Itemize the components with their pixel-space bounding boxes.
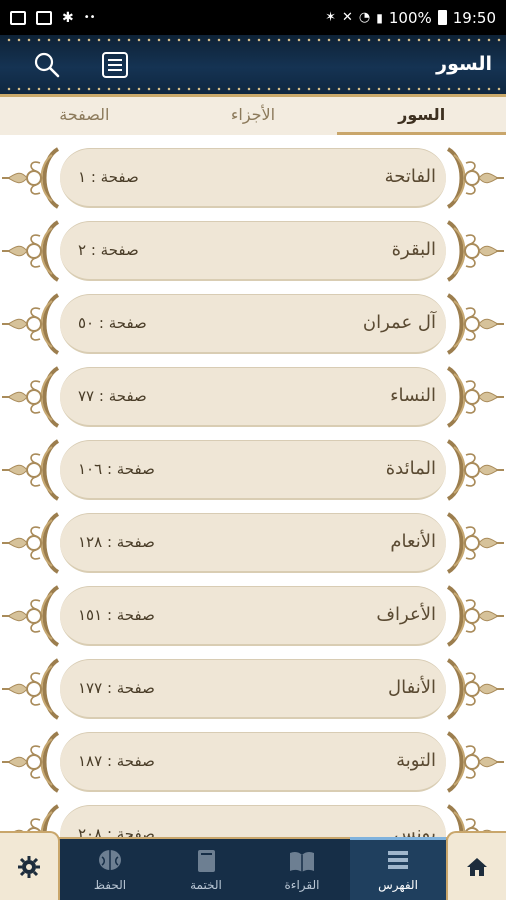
surah-pill[interactable]: الفاتحة صفحة : ١ (60, 148, 446, 208)
home-icon (467, 857, 487, 876)
nav-label: الفهرس (378, 878, 418, 892)
list-item[interactable]: آل عمران صفحة : ٥٠ (0, 287, 506, 360)
ornament-icon (446, 731, 506, 793)
surah-name: الفاتحة (384, 166, 436, 187)
surah-page: صفحة : ١٨٧ (78, 752, 155, 770)
clock: 19:50 (452, 8, 496, 27)
ornament-icon (446, 220, 506, 282)
ornament-icon (446, 658, 506, 720)
search-icon[interactable] (34, 52, 60, 78)
surah-page: صفحة : ١٠٦ (78, 460, 155, 478)
brain-icon (99, 850, 121, 870)
ornament-icon (0, 220, 60, 282)
more-notifications-icon: •• (83, 12, 96, 23)
surah-pill[interactable]: الأنفال صفحة : ١٧٧ (60, 659, 446, 719)
list-item[interactable]: الأعراف صفحة : ١٥١ (0, 579, 506, 652)
surah-page: صفحة : ٢ (78, 241, 139, 259)
surah-page: صفحة : ٢٠٨ (78, 825, 155, 837)
tab-page[interactable]: الصفحة (0, 97, 169, 135)
surah-name: النساء (390, 385, 436, 406)
nav-memorize[interactable]: الحفظ (62, 839, 158, 900)
surah-list[interactable]: الفاتحة صفحة : ١ البقرة صفحة : ٢ آل عمرا… (0, 141, 506, 837)
appbar-decoration-top (4, 38, 502, 42)
tab-bar: السور الأجزاء الصفحة (0, 97, 506, 135)
ornament-icon (0, 439, 60, 501)
ornament-icon (446, 366, 506, 428)
ornament-icon (446, 585, 506, 647)
surah-pill[interactable]: النساء صفحة : ٧٧ (60, 367, 446, 427)
surah-pill[interactable]: آل عمران صفحة : ٥٠ (60, 294, 446, 354)
bluetooth-icon: ✶ (325, 10, 337, 25)
surah-name: الأنفال (388, 677, 436, 698)
ornament-icon (0, 512, 60, 574)
list-item[interactable]: النساء صفحة : ٧٧ (0, 360, 506, 433)
surah-name: المائدة (385, 458, 436, 479)
hotspot-icon: ✱ (62, 9, 74, 26)
app-bar: السور (0, 35, 506, 97)
surah-page: صفحة : ٧٧ (78, 387, 147, 405)
ornament-icon (446, 147, 506, 209)
list-item[interactable]: يونس صفحة : ٢٠٨ (0, 798, 506, 837)
nav-label: الختمة (190, 878, 222, 892)
list-item[interactable]: الفاتحة صفحة : ١ (0, 141, 506, 214)
surah-pill[interactable]: التوبة صفحة : ١٨٧ (60, 732, 446, 792)
menu-list-icon[interactable] (101, 51, 129, 79)
surah-pill[interactable]: الأعراف صفحة : ١٥١ (60, 586, 446, 646)
list-item[interactable]: البقرة صفحة : ٢ (0, 214, 506, 287)
ornament-icon (0, 147, 60, 209)
surah-name: الأعراف (376, 604, 436, 625)
surah-pill[interactable]: البقرة صفحة : ٢ (60, 221, 446, 281)
surah-pill[interactable]: الأنعام صفحة : ١٢٨ (60, 513, 446, 573)
surah-name: التوبة (396, 750, 436, 771)
tab-juz[interactable]: الأجزاء (169, 97, 338, 135)
index-list-icon (388, 851, 408, 869)
ornament-icon (0, 585, 60, 647)
surah-page: صفحة : ١٧٧ (78, 679, 155, 697)
appbar-decoration-bottom (4, 87, 502, 91)
nav-label: الحفظ (93, 878, 127, 892)
nav-label: القراءة (284, 878, 320, 892)
surah-page: صفحة : ١ (78, 168, 139, 186)
surah-page: صفحة : ١٢٨ (78, 533, 155, 551)
signal-icon: ▮ (376, 10, 383, 25)
ornament-icon (0, 366, 60, 428)
surah-pill[interactable]: يونس صفحة : ٢٠٨ (60, 805, 446, 837)
nav-khatma[interactable]: الختمة (158, 839, 254, 900)
home-button[interactable] (446, 831, 506, 900)
wifi-icon: ◔ (358, 10, 371, 25)
surah-name: الأنعام (390, 531, 436, 552)
surah-name: آل عمران (362, 312, 436, 333)
surah-name: يونس (393, 823, 436, 837)
nav-reading[interactable]: القراءة (254, 839, 350, 900)
open-book-icon (290, 851, 314, 872)
surah-page: صفحة : ٥٠ (78, 314, 147, 332)
gallery-notification-icon (10, 10, 26, 25)
nav-index[interactable]: الفهرس (350, 837, 446, 900)
list-item[interactable]: المائدة صفحة : ١٠٦ (0, 433, 506, 506)
tab-surahs[interactable]: السور (337, 97, 506, 135)
ornament-icon (446, 293, 506, 355)
list-item[interactable]: الأنفال صفحة : ١٧٧ (0, 652, 506, 725)
surah-page: صفحة : ١٥١ (78, 606, 155, 624)
ornament-icon (446, 512, 506, 574)
ornament-icon (0, 658, 60, 720)
settings-button[interactable] (0, 831, 60, 900)
book-icon (198, 850, 215, 872)
surah-name: البقرة (391, 239, 436, 260)
battery-percent: 100% (388, 8, 432, 27)
bottom-nav: الحفظ الختمة القراءة الفهرس (0, 831, 506, 900)
gear-icon (18, 855, 40, 878)
surah-pill[interactable]: المائدة صفحة : ١٠٦ (60, 440, 446, 500)
status-bar: ✱ •• ✶ ✕ ◔ ▮ 100% 19:50 (0, 0, 506, 35)
active-indicator (350, 837, 446, 840)
mute-icon: ✕ (342, 10, 353, 25)
ornament-icon (446, 439, 506, 501)
ornament-icon (0, 293, 60, 355)
ornament-icon (0, 731, 60, 793)
battery-icon (437, 10, 447, 25)
list-item[interactable]: الأنعام صفحة : ١٢٨ (0, 506, 506, 579)
list-item[interactable]: التوبة صفحة : ١٨٧ (0, 725, 506, 798)
flipboard-notification-icon (36, 10, 52, 25)
page-title: السور (436, 53, 492, 75)
